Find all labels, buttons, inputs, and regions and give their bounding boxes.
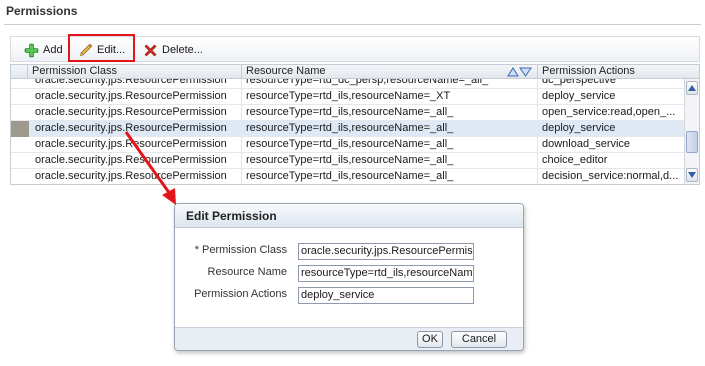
resource-name-field[interactable]: resourceType=rtd_ils,resourceName=_all_ <box>298 265 474 282</box>
cell-resource-name: resourceType=rtd_ils,resourceName=_all_ <box>241 105 537 121</box>
table-row[interactable]: oracle.security.jps.ResourcePermission r… <box>11 137 686 153</box>
cell-resource-name: resourceType=rtd_dc_persp,resourceName=_… <box>241 79 537 89</box>
add-button-label: Add <box>43 44 63 56</box>
permission-class-label: * Permission Class <box>194 244 287 256</box>
cell-resource-name: resourceType=rtd_ils,resourceName=_all_ <box>241 169 537 184</box>
permission-actions-field[interactable]: deploy_service <box>298 287 474 304</box>
scroll-up-button[interactable] <box>686 81 698 95</box>
column-header-permission-class[interactable]: Permission Class <box>27 65 241 79</box>
table-row[interactable]: oracle.security.jps.ResourcePermission r… <box>11 105 686 121</box>
cell-permission-actions: choice_editor <box>537 153 686 169</box>
table-row[interactable]: oracle.security.jps.ResourcePermission r… <box>11 89 686 105</box>
sort-descending-icon[interactable] <box>519 67 532 77</box>
row-selector[interactable] <box>11 105 29 121</box>
cell-permission-class: oracle.security.jps.ResourcePermission <box>35 106 227 118</box>
cell-resource-name: resourceType=rtd_ils,resourceName=_all_ <box>241 137 537 153</box>
table-row[interactable]: oracle.security.jps.ResourcePermission r… <box>11 79 686 89</box>
table-header: Permission Class Resource Name Permissio… <box>11 65 699 79</box>
row-selector[interactable] <box>11 89 29 105</box>
table-body: oracle.security.jps.ResourcePermission r… <box>11 79 686 184</box>
dialog-title: Edit Permission <box>175 204 523 228</box>
permission-actions-label: Permission Actions <box>194 288 287 300</box>
delete-button-label: Delete... <box>162 44 203 56</box>
permissions-table: Permission Class Resource Name Permissio… <box>10 64 700 185</box>
scrollbar-thumb[interactable] <box>686 131 698 153</box>
dialog-footer: OK Cancel <box>175 327 523 350</box>
cell-permission-actions: open_service:read,open_... <box>537 105 686 121</box>
section-divider <box>4 24 701 25</box>
table-row[interactable]: oracle.security.jps.ResourcePermission r… <box>11 169 686 184</box>
ok-button[interactable]: OK <box>417 331 443 348</box>
cell-permission-class: oracle.security.jps.ResourcePermission <box>35 90 227 102</box>
cell-permission-class: oracle.security.jps.ResourcePermission <box>35 79 227 86</box>
permission-class-field[interactable]: oracle.security.jps.ResourcePermission <box>298 243 474 260</box>
row-selector[interactable] <box>11 79 29 89</box>
edit-button-highlight <box>68 34 135 62</box>
scroll-up-icon <box>688 85 696 91</box>
vertical-scrollbar[interactable] <box>684 79 699 184</box>
delete-icon <box>144 44 157 56</box>
cell-permission-actions: download_service <box>537 137 686 153</box>
cell-resource-name: resourceType=rtd_ils,resourceName=_all_ <box>241 121 537 137</box>
scroll-down-button[interactable] <box>686 168 698 182</box>
cell-permission-actions: dc_perspective <box>537 79 686 89</box>
table-row-selected[interactable]: oracle.security.jps.ResourcePermission r… <box>11 121 686 137</box>
cell-permission-actions: decision_service:normal,d... <box>537 169 686 184</box>
edit-permission-dialog: Edit Permission * Permission Class oracl… <box>174 203 524 351</box>
cell-permission-class: oracle.security.jps.ResourcePermission <box>35 154 227 166</box>
add-icon <box>24 43 39 57</box>
scroll-down-icon <box>688 172 696 178</box>
sort-controls <box>507 67 532 77</box>
cell-permission-class: oracle.security.jps.ResourcePermission <box>35 138 227 150</box>
cell-permission-class: oracle.security.jps.ResourcePermission <box>35 122 227 134</box>
row-selector[interactable] <box>11 121 29 137</box>
column-header-resource-name[interactable]: Resource Name <box>241 65 537 79</box>
row-selector[interactable] <box>11 153 29 169</box>
resource-name-label: Resource Name <box>207 266 287 278</box>
cell-permission-actions: deploy_service <box>537 121 686 137</box>
delete-button[interactable]: Delete... <box>138 40 208 60</box>
cell-resource-name: resourceType=rtd_ils,resourceName=_all_ <box>241 153 537 169</box>
row-selector[interactable] <box>11 137 29 153</box>
cell-resource-name: resourceType=rtd_ils,resourceName=_XT <box>241 89 537 105</box>
cancel-button[interactable]: Cancel <box>451 331 507 348</box>
table-row[interactable]: oracle.security.jps.ResourcePermission r… <box>11 153 686 169</box>
sort-ascending-icon[interactable] <box>507 67 519 77</box>
section-title: Permissions <box>6 4 78 18</box>
column-header-permission-actions[interactable]: Permission Actions <box>537 65 699 79</box>
add-button[interactable]: Add <box>19 40 68 60</box>
row-selector[interactable] <box>11 169 29 184</box>
cell-permission-actions: deploy_service <box>537 89 686 105</box>
cell-permission-class: oracle.security.jps.ResourcePermission <box>35 170 227 182</box>
